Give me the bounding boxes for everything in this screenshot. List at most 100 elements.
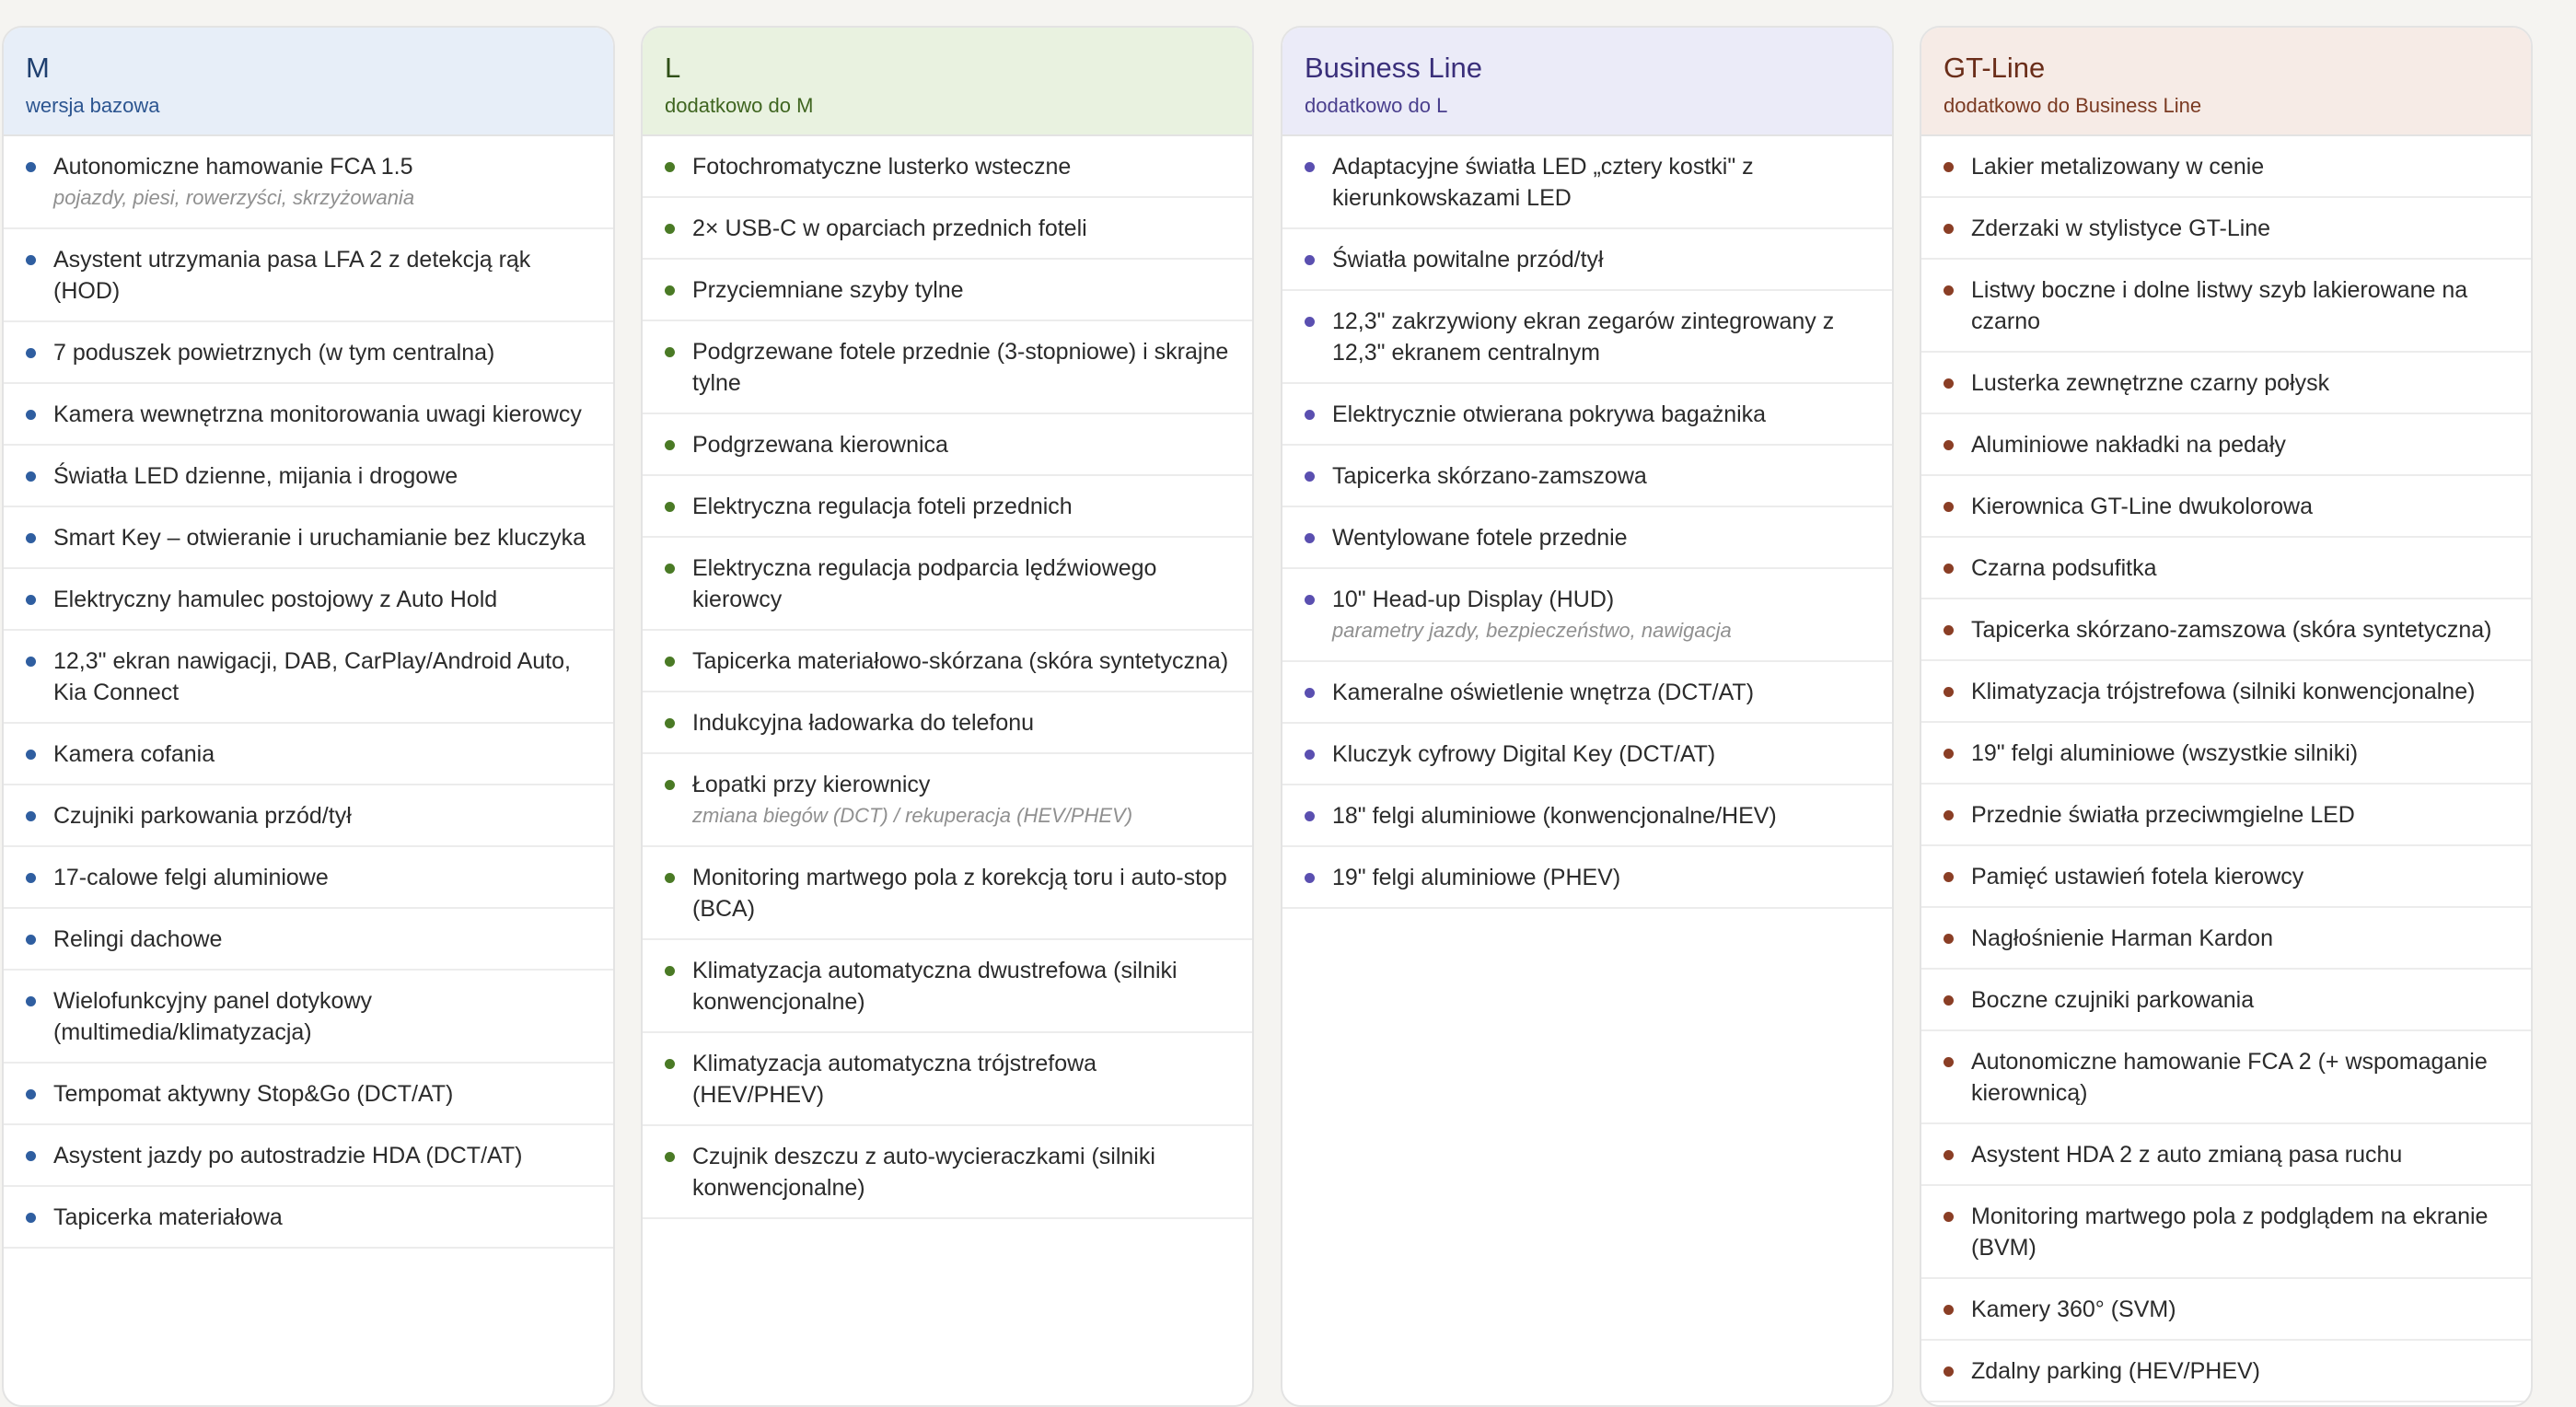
bullet-icon <box>1944 810 1954 820</box>
feature-label: Elektryczna regulacja podparcia lędźwiow… <box>692 555 1157 612</box>
feature-note: parametry jazdy, bezpieczeństwo, nawigac… <box>1332 619 1732 642</box>
feature-label: 18" felgi aluminiowe (konwencjonalne/HEV… <box>1332 803 1777 829</box>
feature-label: Kamera cofania <box>53 741 215 767</box>
feature-item: Przyciemniane szyby tylne <box>643 260 1252 321</box>
bullet-icon <box>26 595 36 605</box>
bullet-icon <box>26 533 36 543</box>
feature-label: Indukcyjna ładowarka do telefonu <box>692 710 1035 736</box>
feature-item: Fotochromatyczne lusterko wsteczne <box>643 136 1252 198</box>
feature-item: Kamera cofania <box>4 724 613 785</box>
column-title: M <box>26 52 50 84</box>
feature-note: zmiana biegów (DCT) / rekuperacja (HEV/P… <box>692 804 1133 827</box>
bullet-icon <box>1305 255 1315 265</box>
feature-item: Światła powitalne przód/tył <box>1282 229 1892 291</box>
feature-item: Podgrzewana kierownica <box>643 414 1252 476</box>
feature-item: Czarna podsufitka <box>1921 538 2531 599</box>
bullet-icon <box>26 750 36 760</box>
bullet-icon <box>665 502 675 512</box>
feature-item: Kluczyk cyfrowy Digital Key (DCT/AT) <box>1282 724 1892 785</box>
bullet-icon <box>26 873 36 883</box>
feature-item: Kierownica GT-Line dwukolorowa <box>1921 476 2531 538</box>
feature-list: Autonomiczne hamowanie FCA 1.5 pojazdy, p… <box>4 136 613 1249</box>
bullet-icon <box>1305 688 1315 698</box>
feature-label: 17-calowe felgi aluminiowe <box>53 865 329 890</box>
feature-label: Kierownica GT-Line dwukolorowa <box>1971 494 2314 519</box>
feature-label: Zderzaki w stylistyce GT-Line <box>1971 215 2271 241</box>
feature-item: 10" Head-up Display (HUD) parametry jazdy… <box>1282 569 1892 662</box>
feature-label: Tapicerka skórzano-zamszowa <box>1332 463 1647 489</box>
feature-label: Kamery 360° (SVM) <box>1971 1297 2176 1322</box>
trim-column-m: M wersja bazowa Autonomiczne hamowanie F… <box>2 26 615 1407</box>
feature-label: Asystent utrzymania pasa LFA 2 z detekcj… <box>53 247 531 304</box>
feature-item: 2× USB-C w oparciach przednich foteli <box>643 198 1252 260</box>
feature-item: Tapicerka skórzano-zamszowa <box>1282 446 1892 507</box>
feature-item: Autonomiczne hamowanie FCA 1.5 pojazdy, p… <box>4 136 613 229</box>
feature-label: Klimatyzacja automatyczna trójstrefowa (… <box>692 1051 1097 1108</box>
feature-item: Tempomat aktywny Stop&Go (DCT/AT) <box>4 1064 613 1125</box>
bullet-icon <box>1305 595 1315 605</box>
feature-label: Przyciemniane szyby tylne <box>692 277 964 303</box>
feature-label: Asystent HDA 2 z auto zmianą pasa ruchu <box>1971 1142 2403 1168</box>
column-header: Business Line dodatkowo do L <box>1282 28 1892 136</box>
bullet-icon <box>665 564 675 574</box>
feature-label: Tapicerka materiałowa <box>53 1204 283 1230</box>
feature-label: Podgrzewana kierownica <box>692 432 948 458</box>
bullet-icon <box>1944 687 1954 697</box>
bullet-icon <box>665 224 675 234</box>
feature-label: Tapicerka materiałowo-skórzana (skóra sy… <box>692 648 1229 674</box>
feature-item: Boczne czujniki parkowania <box>1921 970 2531 1031</box>
feature-label: 12,3" zakrzywiony ekran zegarów zintegro… <box>1332 308 1835 366</box>
feature-list: Fotochromatyczne lusterko wsteczne 2× USB… <box>643 136 1252 1219</box>
feature-item: Monitoring martwego pola z podglądem na … <box>1921 1186 2531 1279</box>
column-subtitle: dodatkowo do M <box>665 94 814 117</box>
feature-label: Zdalny parking (HEV/PHEV) <box>1971 1358 2261 1384</box>
feature-label: Autonomiczne hamowanie FCA 1.5 <box>53 154 413 180</box>
bullet-icon <box>1944 1212 1954 1222</box>
feature-item: Elektryczna regulacja podparcia lędźwiow… <box>643 538 1252 631</box>
feature-item: Monitoring martwego pola z korekcją toru… <box>643 847 1252 940</box>
feature-label: Światła powitalne przód/tył <box>1332 247 1604 273</box>
bullet-icon <box>26 1089 36 1099</box>
bullet-icon <box>665 780 675 790</box>
feature-label: Aluminiowe nakładki na pedały <box>1971 432 2286 458</box>
feature-note: pojazdy, piesi, rowerzyści, skrzyżowania <box>53 186 415 209</box>
bullet-icon <box>1944 625 1954 635</box>
bullet-icon <box>1305 873 1315 883</box>
feature-label: 12,3" ekran nawigacji, DAB, CarPlay/Andr… <box>53 648 571 705</box>
feature-label: Przednie światła przeciwmgielne LED <box>1971 802 2355 828</box>
bullet-icon <box>1944 872 1954 882</box>
bullet-icon <box>1944 162 1954 172</box>
feature-item: Indukcyjna ładowarka do telefonu <box>643 692 1252 754</box>
feature-label: Podgrzewane fotele przednie (3-stopniowe… <box>692 339 1229 396</box>
feature-item: Smart Key – otwieranie i uruchamianie be… <box>4 507 613 569</box>
feature-item: Pamięć ustawień fotela kierowcy <box>1921 846 2531 908</box>
feature-label: Kameralne oświetlenie wnętrza (DCT/AT) <box>1332 680 1755 705</box>
column-subtitle: dodatkowo do L <box>1305 94 1448 117</box>
column-title: L <box>665 52 681 84</box>
feature-item: Lakier metalizowany w cenie <box>1921 136 2531 198</box>
feature-label: 19" felgi aluminiowe (wszystkie silniki) <box>1971 740 2359 766</box>
bullet-icon <box>665 1152 675 1162</box>
feature-item: Kameralne oświetlenie wnętrza (DCT/AT) <box>1282 662 1892 724</box>
bullet-icon <box>1305 162 1315 172</box>
feature-item: Tapicerka materiałowo-skórzana (skóra sy… <box>643 631 1252 692</box>
bullet-icon <box>1944 378 1954 389</box>
bullet-icon <box>1944 1057 1954 1067</box>
feature-label: Klimatyzacja automatyczna dwustrefowa (s… <box>692 958 1178 1015</box>
feature-item: Aluminiowe nakładki na pedały <box>1921 414 2531 476</box>
feature-item: Elektryczny hamulec postojowy z Auto Hol… <box>4 569 613 631</box>
feature-label: 19" felgi aluminiowe (PHEV) <box>1332 865 1621 890</box>
bullet-icon <box>1944 440 1954 450</box>
feature-label: Elektryczna regulacja foteli przednich <box>692 494 1073 519</box>
bullet-icon <box>665 657 675 667</box>
feature-item: 19" felgi aluminiowe (wszystkie silniki) <box>1921 723 2531 785</box>
bullet-icon <box>1305 750 1315 760</box>
feature-label: 7 poduszek powietrznych (w tym centralna… <box>53 340 495 366</box>
feature-item: Asystent cofania z hamowaniem (PCA) (DCT… <box>1921 1402 2531 1405</box>
feature-label: Czujniki parkowania przód/tył <box>53 803 352 829</box>
feature-item: 7 poduszek powietrznych (w tym centralna… <box>4 322 613 384</box>
column-subtitle: dodatkowo do Business Line <box>1944 94 2202 117</box>
bullet-icon <box>26 348 36 358</box>
feature-item: Lusterka zewnętrzne czarny połysk <box>1921 353 2531 414</box>
feature-item: Czujnik deszczu z auto-wycieraczkami (si… <box>643 1126 1252 1219</box>
